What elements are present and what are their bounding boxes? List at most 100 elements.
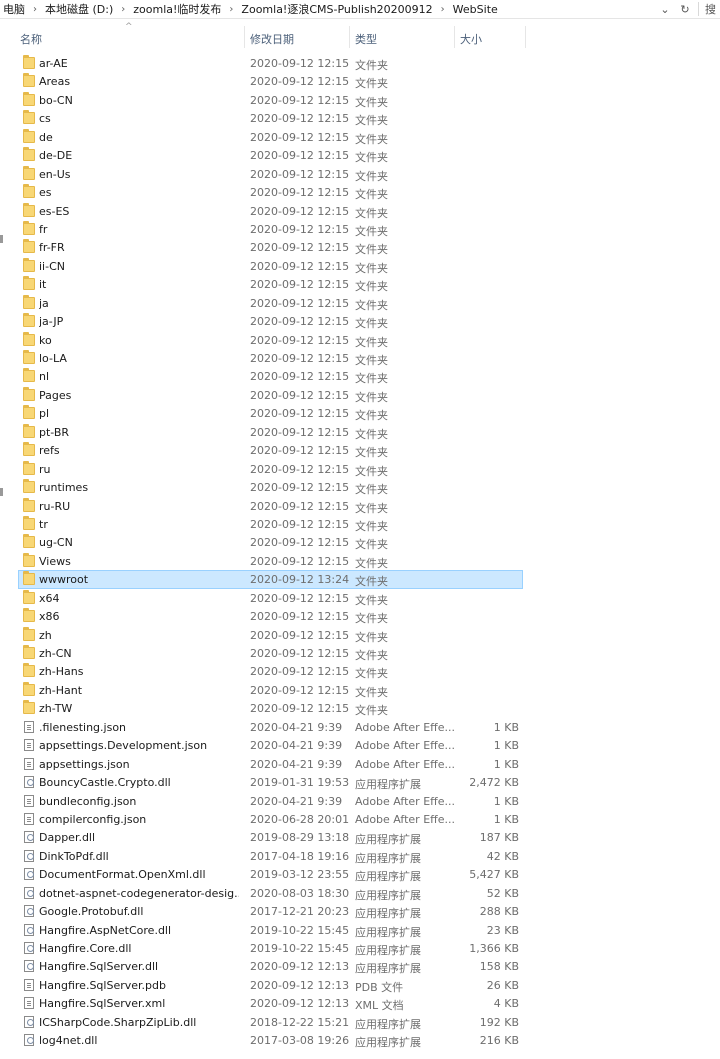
folder-row[interactable]: bo-CN 2020-09-12 12:15 文件夹 (0, 91, 530, 109)
breadcrumb-item[interactable]: zoomla!临时发布 (130, 1, 224, 17)
file-row[interactable]: Hangfire.Core.dll 2019-10-22 15:45 应用程序扩展 1… (0, 939, 530, 957)
folder-row[interactable]: ja 2020-09-12 12:15 文件夹 (0, 294, 530, 312)
file-type: 文件夹 (355, 575, 388, 589)
folder-row[interactable]: zh-Hans 2020-09-12 12:15 文件夹 (0, 662, 530, 680)
modified-date: 2020-09-12 12:15 (250, 204, 350, 218)
folder-row[interactable]: runtimes 2020-09-12 12:15 文件夹 (0, 478, 530, 496)
address-bar[interactable]: 电脑 › 本地磁盘 (D:) › zoomla!临时发布 › Zoomla!逐浪CMS-Pu… (0, 0, 720, 19)
file-row[interactable]: dotnet-aspnet-codegenerator-desig... 2020… (0, 884, 530, 902)
file-row[interactable]: DinkToPdf.dll 2017-04-18 19:16 应用程序扩展 42 KB (0, 847, 530, 865)
modified-date: 2020-09-12 12:15 (250, 536, 350, 550)
file-type: Adobe After Effe... (355, 739, 455, 753)
breadcrumb[interactable]: 电脑 › 本地磁盘 (D:) › zoomla!临时发布 › Zoomla!逐浪CMS-Pu… (0, 0, 658, 19)
file-type: 文件夹 (355, 593, 388, 607)
refresh-icon[interactable]: ↻ (678, 3, 692, 16)
column-header-type[interactable]: 类型 (355, 31, 377, 47)
folder-row[interactable]: de 2020-09-12 12:15 文件夹 (0, 128, 530, 146)
folder-row[interactable]: refs 2020-09-12 12:15 文件夹 (0, 441, 530, 459)
file-type: 应用程序扩展 (355, 907, 421, 921)
modified-date: 2020-09-12 12:15 (250, 186, 350, 200)
modified-date: 2017-03-08 19:26 (250, 1034, 350, 1048)
chevron-right-icon[interactable]: › (28, 4, 42, 15)
file-size: 1 KB (493, 720, 519, 734)
file-row[interactable]: Google.Protobuf.dll 2017-12-21 20:23 应用程序扩… (0, 902, 530, 920)
folder-row[interactable]: Views 2020-09-12 12:15 文件夹 (0, 552, 530, 570)
column-header-size[interactable]: 大小 (460, 31, 482, 47)
breadcrumb-item[interactable]: Zoomla!逐浪CMS-Publish20200912 (238, 1, 435, 17)
column-divider[interactable] (525, 26, 526, 48)
file-row[interactable]: log4net.dll 2017-03-08 19:26 应用程序扩展 216 KB (0, 1031, 530, 1049)
column-header-name[interactable]: 名称 (20, 31, 42, 47)
folder-row[interactable]: zh 2020-09-12 12:15 文件夹 (0, 626, 530, 644)
folder-row[interactable]: it 2020-09-12 12:15 文件夹 (0, 275, 530, 293)
folder-row[interactable]: lo-LA 2020-09-12 12:15 文件夹 (0, 349, 530, 367)
folder-row[interactable]: ru-RU 2020-09-12 12:15 文件夹 (0, 497, 530, 515)
folder-icon (23, 128, 35, 143)
file-size: 158 KB (479, 960, 519, 974)
modified-date: 2020-09-12 13:24 (250, 573, 350, 587)
file-row[interactable]: DocumentFormat.OpenXml.dll 2019-03-12 23:… (0, 865, 530, 883)
file-row[interactable]: .filenesting.json 2020-04-21 9:39 Adobe Af… (0, 718, 530, 736)
folder-icon (23, 460, 35, 475)
file-type: 文件夹 (355, 612, 388, 626)
breadcrumb-item[interactable]: 本地磁盘 (D:) (42, 1, 116, 17)
folder-row[interactable]: ko 2020-09-12 12:15 文件夹 (0, 331, 530, 349)
breadcrumb-item[interactable]: WebSite (450, 3, 501, 16)
file-row[interactable]: compilerconfig.json 2020-06-28 20:01 Adobe… (0, 810, 530, 828)
folder-row[interactable]: en-Us 2020-09-12 12:15 文件夹 (0, 165, 530, 183)
folder-icon (23, 626, 35, 641)
file-size: 216 KB (479, 1034, 519, 1048)
file-row[interactable]: appsettings.json 2020-04-21 9:39 Adobe Aft… (0, 755, 530, 773)
folder-row[interactable]: es-ES 2020-09-12 12:15 文件夹 (0, 202, 530, 220)
file-row[interactable]: bundleconfig.json 2020-04-21 9:39 Adobe Af… (0, 792, 530, 810)
file-row[interactable]: appsettings.Development.json 2020-04-21 9… (0, 736, 530, 754)
file-type: 文件夹 (355, 538, 388, 552)
folder-row[interactable]: Areas 2020-09-12 12:15 文件夹 (0, 72, 530, 90)
file-type: 文件夹 (355, 630, 388, 644)
folder-row[interactable]: ii-CN 2020-09-12 12:15 文件夹 (0, 257, 530, 275)
folder-row[interactable]: pt-BR 2020-09-12 12:15 文件夹 (0, 423, 530, 441)
file-row[interactable]: ICSharpCode.SharpZipLib.dll 2018-12-22 15… (0, 1013, 530, 1031)
search-box-edge[interactable]: 搜 (705, 1, 716, 17)
file-row[interactable]: Hangfire.SqlServer.xml 2020-09-12 12:13 XM… (0, 994, 530, 1012)
file-row[interactable]: Dapper.dll 2019-08-29 13:18 应用程序扩展 187 KB (0, 828, 530, 846)
folder-row[interactable]: nl 2020-09-12 12:15 文件夹 (0, 367, 530, 385)
modified-date: 2019-03-12 23:55 (250, 868, 350, 882)
column-divider[interactable] (349, 26, 350, 48)
column-divider[interactable] (244, 26, 245, 48)
folder-row[interactable]: tr 2020-09-12 12:15 文件夹 (0, 515, 530, 533)
folder-row[interactable]: wwwroot 2020-09-12 13:24 文件夹 (0, 570, 530, 589)
modified-date: 2020-09-12 12:15 (250, 278, 350, 292)
folder-row[interactable]: zh-Hant 2020-09-12 12:15 文件夹 (0, 681, 530, 699)
folder-row[interactable]: pl 2020-09-12 12:15 文件夹 (0, 404, 530, 422)
folder-row[interactable]: x86 2020-09-12 12:15 文件夹 (0, 607, 530, 625)
folder-row[interactable]: Pages 2020-09-12 12:15 文件夹 (0, 386, 530, 404)
file-row[interactable]: Hangfire.SqlServer.dll 2020-09-12 12:13 应用… (0, 957, 530, 975)
folder-row[interactable]: fr-FR 2020-09-12 12:15 文件夹 (0, 238, 530, 256)
folder-icon (23, 55, 35, 69)
modified-date: 2020-09-12 12:15 (250, 57, 350, 70)
folder-row[interactable]: zh-TW 2020-09-12 12:15 文件夹 (0, 699, 530, 717)
folder-row[interactable]: ar-AE 2020-09-12 12:15 文件夹 (0, 54, 530, 72)
chevron-right-icon[interactable]: › (224, 4, 238, 15)
file-row[interactable]: BouncyCastle.Crypto.dll 2019-01-31 19:53 应… (0, 773, 530, 791)
folder-row[interactable]: cs 2020-09-12 12:15 文件夹 (0, 109, 530, 127)
modified-date: 2020-09-12 12:15 (250, 93, 350, 107)
folder-row[interactable]: ja-JP 2020-09-12 12:15 文件夹 (0, 312, 530, 330)
column-divider[interactable] (454, 26, 455, 48)
folder-row[interactable]: fr 2020-09-12 12:15 文件夹 (0, 220, 530, 238)
column-header-date[interactable]: 修改日期 (250, 31, 294, 47)
folder-row[interactable]: ug-CN 2020-09-12 12:15 文件夹 (0, 533, 530, 551)
folder-icon (23, 608, 35, 623)
folder-row[interactable]: es 2020-09-12 12:15 文件夹 (0, 183, 530, 201)
folder-row[interactable]: ru 2020-09-12 12:15 文件夹 (0, 460, 530, 478)
file-row[interactable]: Hangfire.AspNetCore.dll 2019-10-22 15:45 应… (0, 921, 530, 939)
file-row[interactable]: Hangfire.SqlServer.pdb 2020-09-12 12:13 PD… (0, 976, 530, 994)
folder-row[interactable]: zh-CN 2020-09-12 12:15 文件夹 (0, 644, 530, 662)
breadcrumb-item[interactable]: 电脑 (0, 1, 28, 17)
chevron-right-icon[interactable]: › (116, 4, 130, 15)
chevron-right-icon[interactable]: › (436, 4, 450, 15)
folder-row[interactable]: de-DE 2020-09-12 12:15 文件夹 (0, 146, 530, 164)
folder-row[interactable]: x64 2020-09-12 12:15 文件夹 (0, 589, 530, 607)
chevron-down-icon[interactable]: ⌄ (658, 3, 672, 16)
